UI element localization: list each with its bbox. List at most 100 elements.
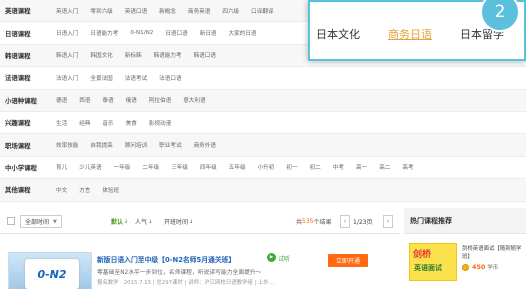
- category-item-link[interactable]: 俄语: [126, 96, 137, 104]
- category-items: 英语入门 零到六级 英语口语 新概念 商务英语 四六级 口译翻译: [56, 7, 286, 15]
- category-item-link[interactable]: 经典: [79, 119, 90, 127]
- next-page-button[interactable]: ›: [383, 215, 393, 228]
- category-item-link[interactable]: 意大利语: [183, 96, 205, 104]
- popup-item-japanese-culture[interactable]: 日本文化: [316, 26, 360, 42]
- play-icon[interactable]: ▶: [267, 253, 276, 262]
- hot-course-thumbnail[interactable]: 剑桥 英语面试: [409, 243, 457, 281]
- category-item-link[interactable]: 法语入门: [56, 74, 78, 82]
- hot-course-price: 450 学币: [462, 263, 498, 271]
- category-item-link[interactable]: 方言: [79, 186, 90, 194]
- category-name[interactable]: 其他课程: [0, 185, 56, 194]
- sort-default[interactable]: 默认 ↓: [111, 215, 128, 228]
- category-item-link[interactable]: 三年级: [171, 163, 188, 171]
- category-name[interactable]: 中小学课程: [0, 163, 56, 172]
- category-name[interactable]: 韩语课程: [0, 51, 56, 60]
- hot-course-link[interactable]: 剑桥英语面试【随到随学班】: [462, 245, 526, 261]
- course-thumbnail[interactable]: 0-N2: [8, 252, 92, 289]
- category-item-link[interactable]: 中考: [333, 163, 344, 171]
- category-item-link[interactable]: 四年级: [200, 163, 217, 171]
- prev-page-button[interactable]: ‹: [340, 215, 350, 228]
- category-item-link[interactable]: 新日语: [200, 29, 217, 37]
- category-row: 其他课程 中文 方言 体验班: [0, 179, 526, 202]
- category-item-link[interactable]: 新概念: [159, 7, 176, 15]
- category-name[interactable]: 法语课程: [0, 73, 56, 82]
- hot-courses-panel: 热门课程推荐 剑桥 英语面试 剑桥英语面试【随到随学班】 450 学币: [404, 208, 526, 289]
- category-item-link[interactable]: 商务英语: [188, 7, 210, 15]
- category-item-link[interactable]: 韩语能力考: [154, 51, 182, 59]
- course-meta: 报名数学 · 2015.7.15 | 总297课时 | 讲师：沪江网校日语教学组…: [97, 280, 274, 286]
- category-items: 韩语入门 韩国文化 新标韩 韩语能力考 韩语口语: [56, 51, 228, 59]
- category-item-link[interactable]: 德语: [56, 96, 67, 104]
- category-item-link[interactable]: 新标韩: [125, 51, 142, 59]
- category-item-link[interactable]: 初一: [286, 163, 297, 171]
- category-name[interactable]: 日语课程: [0, 29, 56, 38]
- category-item-link[interactable]: 全景法国: [90, 74, 112, 82]
- category-item-link[interactable]: 日语能力考: [90, 29, 118, 37]
- category-item-link[interactable]: 韩语入门: [56, 51, 78, 59]
- category-items: 法语入门 全景法国 法语考试 法语口语: [56, 74, 194, 82]
- category-item-link[interactable]: 中文: [56, 186, 67, 194]
- select-all-checkbox[interactable]: [7, 217, 15, 225]
- category-item-link[interactable]: 韩国文化: [90, 51, 112, 59]
- category-row: 中小学课程 育儿 少儿英语 一年级 二年级 三年级 四年级 五年级 小升初 初一 初二 中考 高一 高二 高…: [0, 157, 526, 180]
- category-item-link[interactable]: 商务外语: [194, 141, 216, 149]
- category-item-link[interactable]: 英语入门: [56, 7, 78, 15]
- count-number: 535: [302, 218, 314, 225]
- arrow-down-icon: ↓: [124, 218, 129, 225]
- category-item-link[interactable]: 大家的日语: [229, 29, 257, 37]
- category-item-link[interactable]: 四六级: [222, 7, 239, 15]
- category-item-link[interactable]: 0-N1/N2: [130, 30, 153, 36]
- page-indicator: 1/23页: [353, 219, 373, 226]
- category-item-link[interactable]: 效率技能: [56, 141, 78, 149]
- category-item-link[interactable]: 二年级: [142, 163, 159, 171]
- category-item-link[interactable]: 美食: [126, 119, 137, 127]
- category-name[interactable]: 小语种课程: [0, 96, 56, 105]
- category-item-link[interactable]: 影视动漫: [149, 119, 171, 127]
- hot-courses-title: 热门课程推荐: [404, 208, 526, 234]
- category-item-link[interactable]: 阿拉伯语: [149, 96, 171, 104]
- count-suffix: 个结果: [313, 219, 332, 226]
- category-item-link[interactable]: 音乐: [102, 119, 113, 127]
- category-item-link[interactable]: 高考: [402, 163, 413, 171]
- category-item-link[interactable]: 体验班: [102, 186, 119, 194]
- hot-thumb-line2: 英语面试: [414, 264, 442, 272]
- category-item-link[interactable]: 高二: [379, 163, 390, 171]
- category-item-link[interactable]: 顾问培训: [125, 141, 147, 149]
- category-item-link[interactable]: 泰语: [102, 96, 113, 104]
- category-item-link[interactable]: 初二: [310, 163, 321, 171]
- result-count: 共 535 个结果: [296, 215, 331, 228]
- category-item-link[interactable]: 一年级: [114, 163, 131, 171]
- category-item-link[interactable]: 职业考试: [159, 141, 181, 149]
- category-item-link[interactable]: 口译翻译: [251, 7, 273, 15]
- course-card: 0-N2 新版日语入门至中级【0-N2名师5月通关班】 ▶ 试听 零基础至N2水…: [0, 234, 400, 289]
- course-title-link[interactable]: 新版日语入门至中级【0-N2名师5月通关班】: [97, 254, 235, 264]
- category-item-link[interactable]: 法语考试: [125, 74, 147, 82]
- trial-listen-link[interactable]: 试听: [278, 254, 290, 263]
- category-name[interactable]: 英语课程: [0, 6, 56, 15]
- arrow-down-icon: ↓: [189, 218, 194, 225]
- category-item-link[interactable]: 生活: [56, 119, 67, 127]
- category-item-link[interactable]: 日语入门: [56, 29, 78, 37]
- category-item-link[interactable]: 高一: [356, 163, 367, 171]
- enroll-button[interactable]: 立即开通: [328, 254, 368, 267]
- category-item-link[interactable]: 西语: [79, 96, 90, 104]
- category-item-link[interactable]: 韩语口语: [194, 51, 216, 59]
- price-value: 450: [472, 263, 486, 271]
- popup-item-business-japanese[interactable]: 商务日语: [388, 26, 432, 42]
- category-item-link[interactable]: 零到六级: [90, 7, 112, 15]
- category-name[interactable]: 兴趣课程: [0, 118, 56, 127]
- time-select[interactable]: 全部时间 ▼: [20, 215, 62, 228]
- filter-toolbar: 全部时间 ▼ 默认 ↓ 人气 ↓ 开班时间 ↓ 共 535 个结果 ‹ 1/23页 ›: [0, 208, 400, 234]
- category-item-link[interactable]: 小升初: [258, 163, 275, 171]
- sort-start-time[interactable]: 开班时间 ↓: [164, 215, 193, 228]
- category-item-link[interactable]: 自我提高: [90, 141, 112, 149]
- category-item-link[interactable]: 法语口语: [159, 74, 181, 82]
- category-item-link[interactable]: 少儿英语: [79, 163, 101, 171]
- category-item-link[interactable]: 育儿: [56, 163, 67, 171]
- category-item-link[interactable]: 英语口语: [125, 7, 147, 15]
- category-items: 日语入门 日语能力考 0-N1/N2 日语口语 新日语 大家的日语: [56, 29, 269, 37]
- category-item-link[interactable]: 五年级: [229, 163, 246, 171]
- category-name[interactable]: 职场课程: [0, 141, 56, 150]
- sort-popularity[interactable]: 人气 ↓: [135, 215, 152, 228]
- category-item-link[interactable]: 日语口语: [165, 29, 187, 37]
